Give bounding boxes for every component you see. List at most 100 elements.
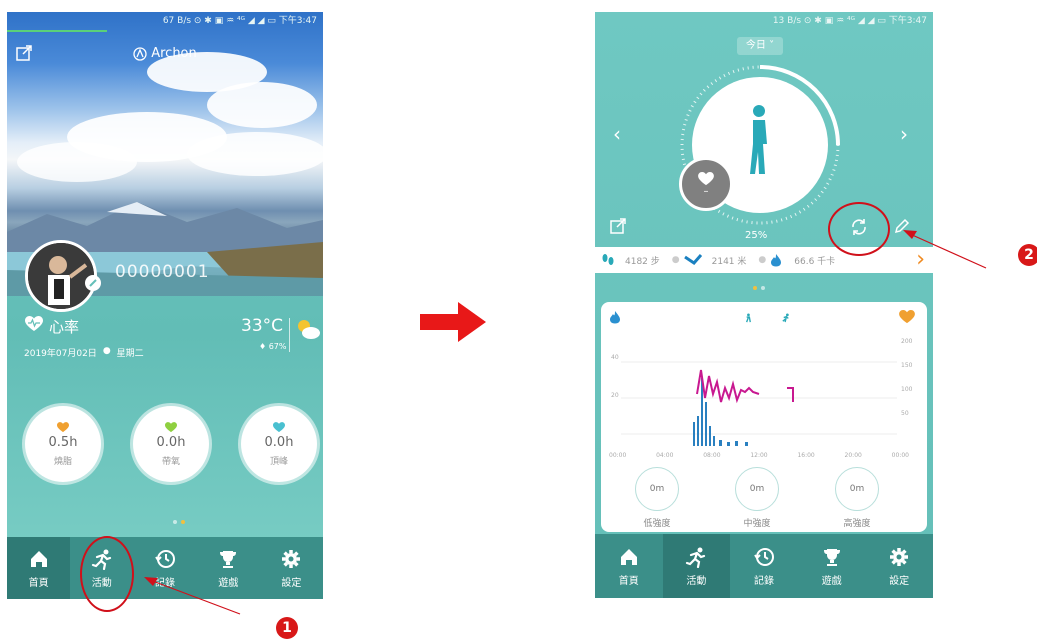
weekday-text: 星期二 [116,349,144,359]
heart-icon [165,421,177,432]
date-selector-label: 今日 [745,40,766,51]
y-right-tick: 100 [901,386,913,393]
temperature: 33°C [241,316,284,336]
highlight-sync-button [828,202,890,256]
stat-value: 0.5h [48,434,78,450]
nav-label: 設定 [889,575,910,587]
archon-logo-icon [133,46,147,61]
nav-activity[interactable]: 活動 [662,534,731,598]
heart-rate-label: 心率 [49,318,80,336]
page-indicator [753,286,765,290]
trophy-icon [220,550,237,568]
stat-peak[interactable]: 0.0h 頂峰 [241,406,317,482]
flame-icon [771,254,782,267]
x-tick: 08:00 [703,452,721,459]
loading-strip [7,30,107,32]
highlight-activity-tab [80,536,134,612]
steps-value: 4182 步 [625,256,660,267]
intensity-label: 高強度 [843,519,871,529]
nav-label: 活動 [686,575,707,587]
intensity-label: 中強度 [743,519,771,529]
stat-label: 頂峰 [269,456,288,467]
stat-fat-burn[interactable]: 0.5h 燒脂 [25,406,101,482]
status-bar: 13 B/s ⊙ ✱ ▣ ♒ ⁴ᴳ ◢ ◢ ▭ 下午3:47 [595,12,933,30]
nav-label: 遊戲 [821,575,842,587]
stat-label: 帶氧 [161,456,180,467]
x-tick: 04:00 [656,452,674,459]
humidity-value: 67% [268,342,287,351]
heart-rate-icon [698,171,714,185]
nav-settings[interactable]: 設定 [260,537,323,599]
running-icon [686,547,706,568]
prev-day-arrow[interactable]: ‹ [613,122,621,146]
walking-person-icon [750,105,767,174]
activity-card: 40 20 200 150 100 50 00:00 04:00 08:00 1… [601,302,927,532]
humidity: ♦ 67% [259,342,287,351]
trophy-icon [823,548,840,566]
x-tick: 16:00 [797,452,815,459]
date-text: 2019年07月02日 [24,349,97,359]
status-right: 67 B/s ⊙ ✱ ▣ ♒ ⁴ᴳ ◢ ◢ ▭ 下午3:47 [162,16,317,26]
share-icon[interactable] [609,217,627,235]
heart-rate-value: – [703,185,709,197]
y-right-tick: 150 [901,362,913,369]
annotation-arrow-1 [144,577,241,615]
nav-games[interactable]: 遊戲 [798,534,866,598]
edit-avatar-icon[interactable] [85,275,101,291]
y-left-tick: 20 [611,392,619,399]
stat-value: 0.0h [156,434,186,450]
history-icon [754,547,774,566]
stat-value: 0.0h [264,434,294,450]
nav-label: 記錄 [753,575,774,587]
avatar[interactable] [25,240,97,312]
x-axis-labels: 00:00 04:00 08:00 12:00 16:00 20:00 00:0… [609,452,909,459]
partly-cloudy-icon [298,320,320,339]
flow-arrow-icon [420,302,486,342]
nav-records[interactable]: 記錄 [730,534,798,598]
activity-chart [621,361,897,446]
x-tick: 20:00 [844,452,862,459]
app-title: Archon [151,46,197,61]
intensity-mid-circle[interactable]: 0m [735,467,779,511]
history-icon [155,549,175,568]
gear-icon [282,549,301,568]
progress-percent: 25% [745,230,768,241]
phone-screen-activity: 13 B/s ⊙ ✱ ▣ ♒ ⁴ᴳ ◢ ◢ ▭ 下午3:47 今日 ˅ – 25… [595,12,933,598]
annotation-arrow-2 [903,230,987,269]
stat-cardio[interactable]: 0.0h 帶氧 [133,406,209,482]
app-title-bar: Archon [7,46,323,61]
heart-rate-icon [899,310,915,324]
step-badge-1: 1 [276,617,298,639]
heart-icon [273,421,285,432]
intensity-value: 0m [849,484,865,494]
flame-icon [610,311,620,324]
intensity-high-circle[interactable]: 0m [835,467,879,511]
y-left-tick: 40 [611,354,619,361]
nav-home[interactable]: 首頁 [595,534,663,598]
intensity-low-circle[interactable]: 0m [635,467,679,511]
distance-value: 2141 米 [711,256,747,267]
intensity-value: 0m [749,484,765,494]
status-right: 13 B/s ⊙ ✱ ▣ ♒ ⁴ᴳ ◢ ◢ ▭ 下午3:47 [772,16,927,26]
stat-label: 燒脂 [53,456,72,467]
date-selector[interactable]: 今日 ˅ [737,37,783,55]
humidity-icon: ♦ [259,342,267,351]
heart-rate-bubble[interactable]: – [679,157,733,211]
walking-legend-icon [745,313,751,323]
heart-rate-icon [25,316,43,331]
dot-separator: ● [671,255,680,265]
gear-icon [890,547,909,566]
x-tick: 12:00 [750,452,768,459]
step-badge-2: 2 [1018,244,1037,266]
weather-divider [289,318,290,352]
next-day-arrow[interactable]: › [900,122,908,146]
nav-home[interactable]: 首頁 [7,537,71,599]
nav-label: 首頁 [28,577,49,589]
footprints-icon [602,254,614,265]
date-line: 2019年07月02日 ● 星期二 [24,346,144,359]
x-tick: 00:00 [891,452,909,459]
chevron-down-icon: ˅ [765,40,775,51]
nav-label: 設定 [281,577,302,589]
nav-settings[interactable]: 設定 [865,534,933,598]
x-tick: 00:00 [609,452,627,459]
